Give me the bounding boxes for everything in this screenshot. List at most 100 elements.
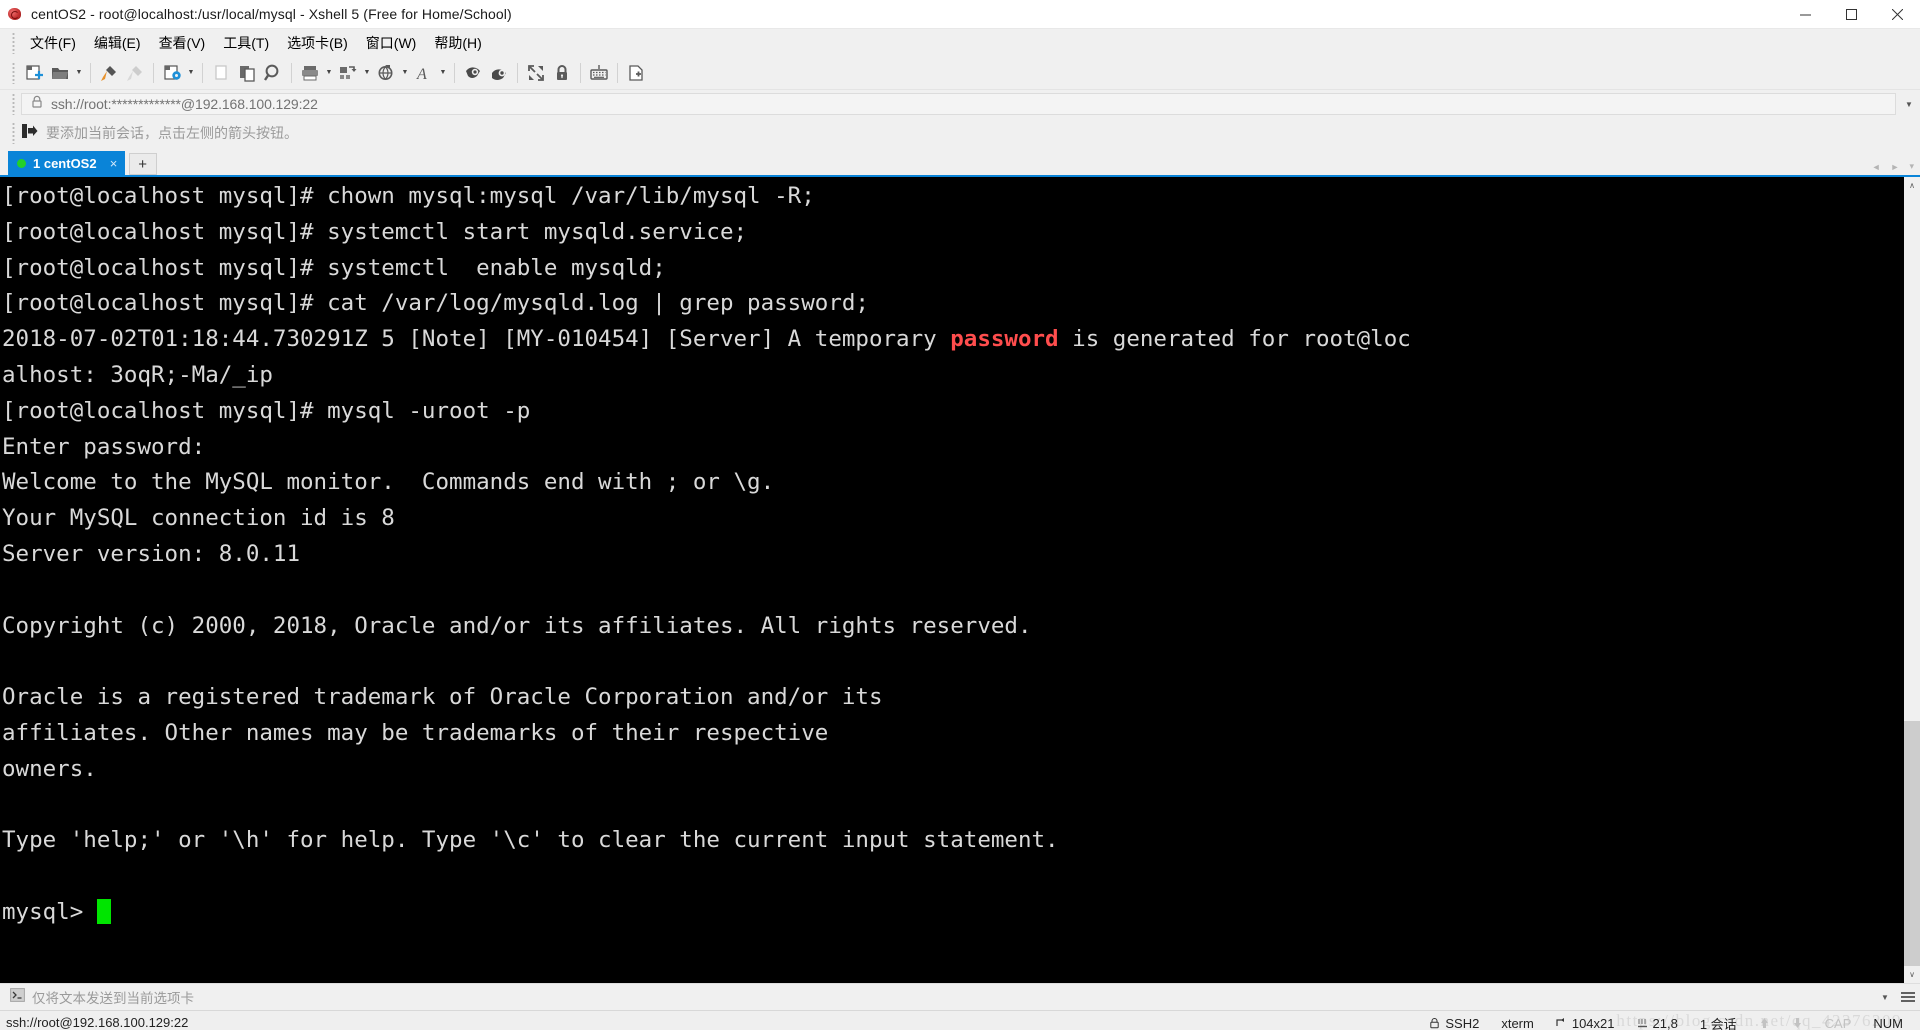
status-cursor-pos: 21,8 [1626, 1011, 1689, 1030]
status-terminal-type: xterm [1501, 1015, 1534, 1030]
status-bar: ssh://root@192.168.100.129:22 https://bl… [0, 1010, 1920, 1030]
toolbar-separator [202, 62, 203, 83]
send-text-input[interactable]: 仅将文本发送到当前选项卡 [32, 987, 1874, 1007]
xagent-icon[interactable] [486, 60, 512, 86]
terminal-line: owners. [2, 755, 97, 782]
menu-bar: 文件(F) 编辑(E) 查看(V) 工具(T) 选项卡(B) 窗口(W) 帮助(… [0, 29, 1920, 56]
cursor-icon [1637, 1017, 1648, 1029]
menu-window[interactable]: 窗口(W) [357, 30, 426, 56]
chevron-down-icon[interactable]: ▼ [1898, 90, 1920, 118]
tab-menu-icon[interactable]: ▾ [1909, 161, 1914, 172]
svg-text:A: A [416, 66, 427, 83]
terminal-line: Oracle is a registered trademark of Orac… [2, 684, 883, 711]
session-hint-bar: 要添加当前会话，点击左侧的箭头按钮。 [0, 118, 1920, 148]
layout-dropdown-arrow[interactable]: ▼ [361, 60, 373, 86]
session-hint-text: 要添加当前会话，点击左侧的箭头按钮。 [46, 125, 298, 141]
tab-next-icon[interactable]: ► [1891, 162, 1900, 172]
terminal-line: [root@localhost mysql]# systemctl start … [2, 218, 748, 245]
terminal-line: [root@localhost mysql]# systemctl enable… [2, 254, 666, 281]
window-title: centOS2 - root@localhost:/usr/local/mysq… [31, 6, 512, 22]
toolbar: ▼ ▼ ▼ ▼ ▼ A ▼ [0, 56, 1920, 90]
new-tab-button[interactable]: + [128, 153, 157, 175]
keyboard-icon[interactable] [586, 60, 612, 86]
toolbar-grip[interactable] [12, 61, 15, 84]
address-bar-grip[interactable] [12, 93, 15, 115]
terminal-text: is generated for root@loc [1058, 326, 1411, 353]
disconnect-icon[interactable] [122, 60, 148, 86]
terminal-line: [root@localhost mysql]# mysql -uroot -p [2, 397, 531, 424]
paste-icon[interactable] [234, 60, 260, 86]
new-file-icon[interactable] [623, 60, 649, 86]
add-session-arrow-icon[interactable] [21, 123, 38, 144]
lock-icon[interactable] [549, 60, 575, 86]
properties-dropdown-arrow[interactable]: ▼ [185, 60, 197, 86]
terminal-output[interactable]: [root@localhost mysql]# chown mysql:mysq… [0, 177, 1903, 983]
status-size-label: 104x21 [1571, 1015, 1615, 1030]
status-session-count: 1 会话 [1699, 1016, 1737, 1030]
font-dropdown-arrow[interactable]: ▼ [437, 60, 449, 86]
terminal-line: Server version: 8.0.11 [2, 540, 301, 567]
toolbar-separator [580, 62, 581, 83]
status-protocol-label: SSH2 [1445, 1015, 1480, 1030]
folder-dropdown-arrow[interactable]: ▼ [73, 60, 85, 86]
menu-file[interactable]: 文件(F) [21, 30, 85, 56]
terminal-line: [root@localhost mysql]# cat /var/log/mys… [2, 290, 869, 317]
fullscreen-icon[interactable] [523, 60, 549, 86]
hamburger-menu-icon[interactable] [1896, 984, 1920, 1011]
toolbar-separator [153, 62, 154, 83]
terminal-line: alhost: 3oqR;-Ma/_ip [2, 361, 273, 388]
menu-edit[interactable]: 编辑(E) [85, 30, 150, 56]
print-dropdown-arrow[interactable]: ▼ [323, 60, 335, 86]
layout-icon[interactable] [335, 60, 361, 86]
terminal-scrollbar[interactable]: ∧ ∨ [1903, 177, 1920, 983]
status-connection-url: ssh://root@192.168.100.129:22 [6, 1015, 189, 1030]
session-properties-icon[interactable] [159, 60, 185, 86]
new-session-icon[interactable] [21, 60, 47, 86]
resize-icon [1556, 1017, 1567, 1029]
terminal-line: [root@localhost mysql]# chown mysql:mysq… [2, 183, 815, 209]
compose-dropdown-arrow[interactable]: ▼ [399, 60, 411, 86]
status-bar-right: SSH2 xterm 104x21 21,8 1 会话 CAP NUM [1418, 1011, 1914, 1030]
tab-centos2[interactable]: 1 centOS2 × [8, 151, 125, 175]
status-transfer-down [1781, 1011, 1814, 1030]
scrollbar-thumb[interactable] [1903, 721, 1920, 966]
terminal-line: affiliates. Other names may be trademark… [2, 719, 829, 746]
toolbar-separator [517, 62, 518, 83]
font-icon[interactable]: A [411, 60, 437, 86]
scroll-down-button[interactable]: ∨ [1904, 966, 1920, 983]
print-icon[interactable] [297, 60, 323, 86]
xftp-icon[interactable] [460, 60, 486, 86]
tab-status-indicator [17, 158, 26, 168]
tab-close-icon[interactable]: × [107, 156, 121, 171]
maximize-button[interactable] [1828, 0, 1874, 29]
chevron-down-icon[interactable]: ▼ [1874, 984, 1896, 1011]
connect-icon[interactable] [96, 60, 122, 86]
copy-icon[interactable] [208, 60, 234, 86]
scroll-up-button[interactable]: ∧ [1904, 177, 1920, 194]
window-controls [1782, 0, 1920, 29]
menu-grip[interactable] [12, 31, 15, 54]
menu-tabs[interactable]: 选项卡(B) [278, 30, 357, 56]
hint-bar-grip[interactable] [12, 122, 15, 144]
menu-view[interactable]: 查看(V) [150, 30, 215, 56]
scrollbar-track[interactable] [1903, 194, 1920, 966]
status-transfer-up [1748, 1011, 1781, 1030]
address-input-field[interactable]: ssh://root:*************@192.168.100.129… [21, 93, 1896, 115]
tab-navigation: ◄ ► ▾ [1872, 161, 1914, 172]
menu-help[interactable]: 帮助(H) [425, 30, 490, 56]
tab-prev-icon[interactable]: ◄ [1872, 162, 1881, 172]
status-num: NUM [1873, 1015, 1903, 1030]
minimize-button[interactable] [1782, 0, 1828, 29]
status-protocol: SSH2 [1418, 1011, 1490, 1030]
terminal-highlight-password: password [950, 326, 1059, 353]
close-button[interactable] [1874, 0, 1920, 29]
menu-tools[interactable]: 工具(T) [214, 30, 278, 56]
find-icon[interactable] [260, 60, 286, 86]
compose-icon[interactable] [373, 60, 399, 86]
open-folder-icon[interactable] [47, 60, 73, 86]
address-input[interactable]: ssh://root:*************@192.168.100.129… [51, 96, 318, 112]
terminal-line: Enter password: [2, 433, 206, 460]
